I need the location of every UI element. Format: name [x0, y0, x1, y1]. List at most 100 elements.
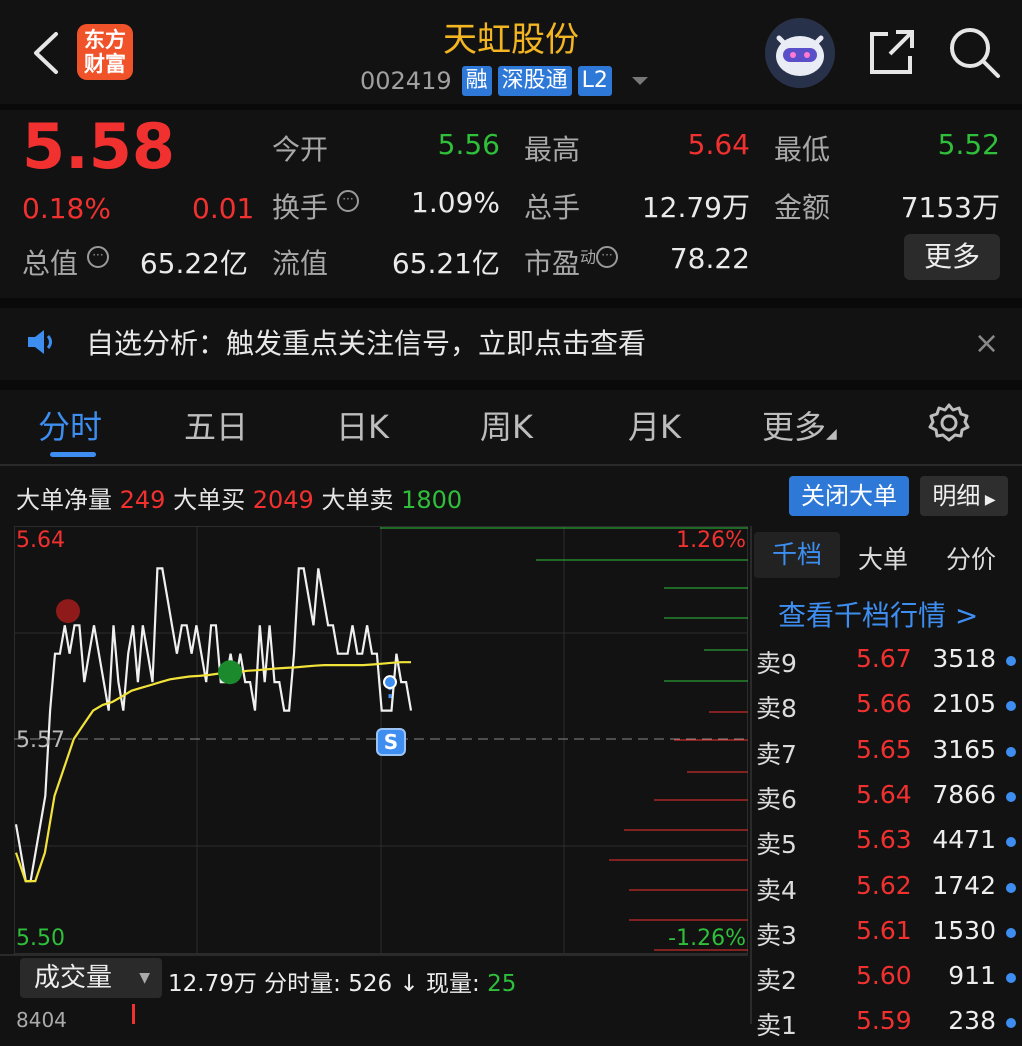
- more-quote-button[interactable]: 更多: [904, 234, 1000, 280]
- y-min-label: 5.50: [16, 926, 65, 951]
- order-book-row[interactable]: 卖1 5.59 238: [756, 1006, 1018, 1046]
- open-label: 今开: [272, 133, 329, 166]
- side-label: 卖6: [756, 784, 797, 814]
- side-label: 卖9: [756, 649, 797, 678]
- amount-value: 7153万: [900, 191, 1000, 224]
- active-tab-indicator: [50, 452, 96, 457]
- indicator-select[interactable]: 成交量 ▼: [20, 958, 162, 998]
- turnover-label: 换手 ···: [272, 186, 359, 226]
- info-icon[interactable]: ···: [86, 246, 109, 268]
- stock-subline[interactable]: 002419 融 深股通 L2: [360, 64, 648, 98]
- info-icon[interactable]: ···: [596, 246, 619, 268]
- order-price: 5.66: [856, 689, 912, 719]
- tab-big-orders[interactable]: 大单: [858, 540, 908, 576]
- order-volume: 3518: [932, 644, 996, 673]
- order-dot-icon: [1006, 1018, 1016, 1029]
- dropdown-caret-icon[interactable]: [631, 77, 648, 85]
- order-price: 5.65: [856, 734, 912, 764]
- signal-markers: [56, 599, 397, 701]
- gear-icon[interactable]: [928, 402, 970, 444]
- tag-l2: L2: [577, 66, 612, 96]
- robot-avatar-icon[interactable]: [765, 18, 835, 88]
- order-price: 5.63: [856, 825, 912, 855]
- order-volume: 911: [948, 961, 996, 991]
- order-price: 5.59: [856, 1006, 912, 1036]
- side-label: 卖4: [756, 875, 797, 905]
- sell-value: 1800: [401, 486, 463, 514]
- order-book-row[interactable]: 卖9 5.67 3518: [756, 644, 1018, 684]
- high-label: 最高: [524, 133, 581, 166]
- view-depth-link[interactable]: 查看千档行情 >: [778, 594, 978, 634]
- order-volume: 4471: [932, 825, 996, 855]
- turnover-value: 1.09%: [411, 186, 500, 219]
- info-icon[interactable]: ···: [336, 190, 359, 212]
- search-icon[interactable]: [946, 24, 1002, 80]
- order-price: 5.67: [856, 644, 912, 673]
- top-bar: 东方 财富 天虹股份 002419 融 深股通 L2: [0, 0, 1022, 108]
- order-book-row[interactable]: 卖7 5.65 3165: [756, 735, 1018, 775]
- order-book-row[interactable]: 卖3 5.61 1530: [756, 916, 1018, 956]
- detail-button[interactable]: 明细 ▶: [920, 476, 1008, 516]
- net-label: 大单净量: [16, 486, 112, 514]
- pe-label: 市盈动 ···: [524, 242, 619, 282]
- order-book-row[interactable]: 卖2 5.60 911: [756, 961, 1018, 1001]
- side-label: 卖1: [756, 1011, 797, 1041]
- order-book-row[interactable]: 卖4 5.62 1742: [756, 871, 1018, 911]
- tab-intraday[interactable]: 分时: [38, 402, 102, 448]
- order-dot-icon: [1006, 701, 1016, 712]
- change-amount: 0.01: [192, 192, 255, 225]
- stock-code: 002419: [360, 67, 452, 95]
- divider: [750, 526, 752, 1024]
- order-dot-icon: [1006, 927, 1016, 938]
- order-dot-icon: [1006, 837, 1016, 848]
- tab-weekly-k[interactable]: 周K: [480, 402, 533, 448]
- divider: [0, 954, 748, 956]
- average-line: [14, 661, 411, 883]
- buy-value: 2049: [252, 486, 314, 514]
- tab-price-dist[interactable]: 分价: [946, 540, 996, 576]
- side-label: 卖5: [756, 830, 797, 860]
- amount-label: 金额: [774, 191, 831, 224]
- side-label: 卖7: [756, 739, 797, 769]
- float-cap-label: 流值: [272, 247, 329, 280]
- high-value: 5.64: [687, 128, 750, 161]
- order-volume: 1742: [932, 870, 996, 900]
- order-dot-icon: [1006, 882, 1016, 893]
- sell-label: 大单卖: [321, 486, 394, 514]
- close-big-orders-button[interactable]: 关闭大单: [789, 476, 909, 516]
- low-marker: [218, 660, 242, 685]
- y-max-label: 5.64: [16, 528, 65, 553]
- tab-more[interactable]: 更多◢: [762, 402, 837, 448]
- change-percent: 0.18%: [22, 192, 111, 225]
- net-value: 249: [119, 486, 166, 514]
- current-volume-value: 25: [487, 971, 517, 997]
- tab-level-depth[interactable]: 千档: [754, 532, 840, 578]
- order-book-row[interactable]: 卖5 5.63 4471: [756, 825, 1018, 865]
- float-cap-value: 65.21亿: [391, 247, 500, 280]
- notice-text[interactable]: 自选分析：触发重点关注信号，立即点击查看: [86, 322, 646, 362]
- down-arrow-icon: ↓: [399, 971, 419, 997]
- tab-five-day[interactable]: 五日: [184, 402, 248, 448]
- market-cap-value: 65.22亿: [139, 247, 248, 280]
- volume-total: 12.79万: [168, 971, 257, 997]
- order-book-row[interactable]: 卖8 5.66 2105: [756, 689, 1018, 729]
- pct-min-label: -1.26%: [668, 926, 746, 951]
- order-price: 5.60: [856, 961, 912, 991]
- order-volume: 3165: [932, 734, 996, 764]
- open-value: 5.56: [437, 128, 500, 161]
- order-volume: 7866: [932, 779, 996, 809]
- order-book-row[interactable]: 卖6 5.64 7866: [756, 780, 1018, 820]
- tab-monthly-k[interactable]: 月K: [628, 402, 681, 448]
- share-icon[interactable]: [866, 26, 918, 78]
- close-icon[interactable]: ×: [974, 326, 999, 361]
- side-label: 卖8: [756, 694, 797, 724]
- sell-signal-badge[interactable]: S: [376, 728, 406, 756]
- pct-max-label: 1.26%: [676, 528, 746, 553]
- order-price: 5.61: [856, 915, 912, 945]
- tag-connect: 深股通: [497, 66, 572, 96]
- tab-daily-k[interactable]: 日K: [336, 402, 389, 448]
- side-label: 卖2: [756, 966, 797, 996]
- volume-panel: 成交量 ▼ 12.79万 分时量: 526 ↓ 现量: 25 8404: [14, 958, 748, 1032]
- order-volume: 238: [948, 1006, 996, 1036]
- intraday-chart[interactable]: 5.64 5.57 5.50 1.26% -1.26% S: [14, 526, 748, 954]
